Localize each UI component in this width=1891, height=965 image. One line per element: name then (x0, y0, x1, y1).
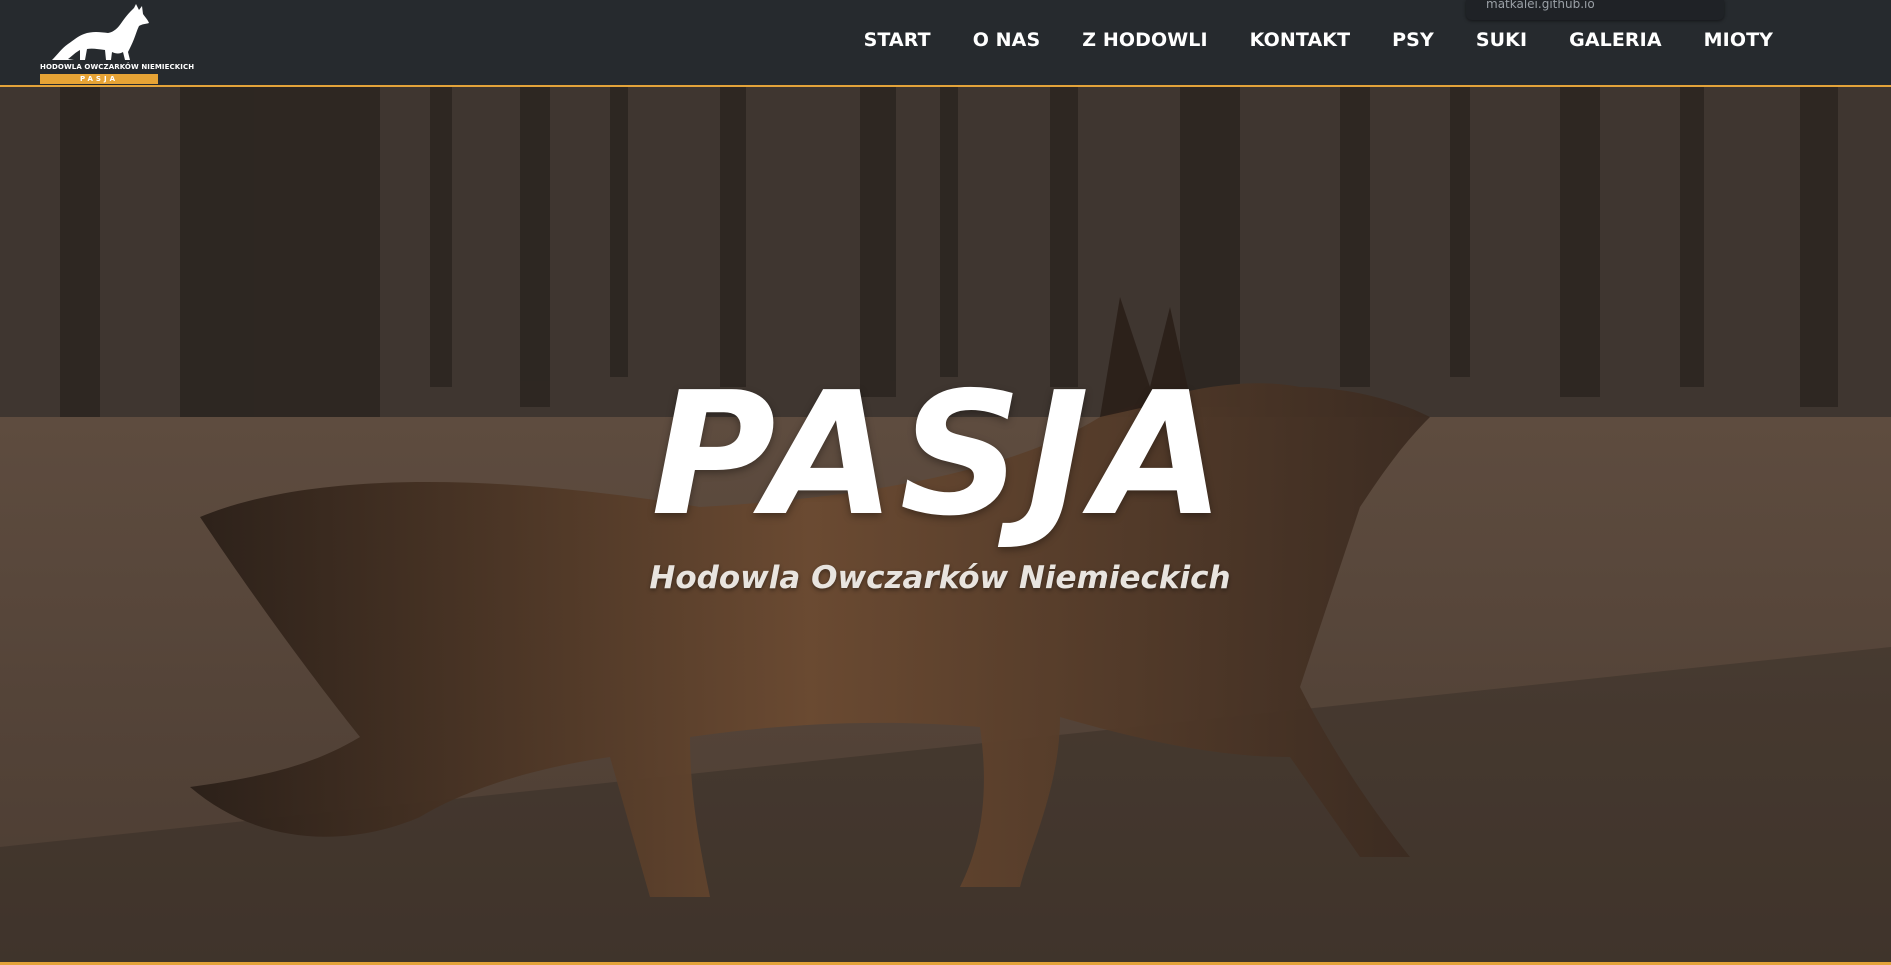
logo-text: HODOWLA OWCZARKÓW NIEMIECKICH (40, 63, 195, 71)
hero-section: PASJA Hodowla Owczarków Niemieckich (0, 87, 1891, 962)
hero-title: PASJA (651, 356, 1229, 554)
url-tooltip: matkalei.github.io (1466, 0, 1724, 20)
logo-sub-bar: PASJA (40, 74, 158, 84)
nav-kontakt[interactable]: KONTAKT (1250, 29, 1351, 51)
site-logo[interactable]: HODOWLA OWCZARKÓW NIEMIECKICH PASJA (40, 2, 195, 84)
german-shepherd-logo-icon (52, 4, 149, 60)
nav-start[interactable]: START (864, 29, 931, 51)
nav-z-hodowli[interactable]: Z HODOWLI (1082, 29, 1207, 51)
nav-suki[interactable]: SUKI (1476, 29, 1527, 51)
hero-subtitle: Hodowla Owczarków Niemieckich (649, 560, 1231, 596)
nav-galeria[interactable]: GALERIA (1569, 29, 1662, 51)
nav-o-nas[interactable]: O NAS (973, 29, 1041, 51)
nav-psy[interactable]: PSY (1392, 29, 1434, 51)
nav-mioty[interactable]: MIOTY (1704, 29, 1773, 51)
